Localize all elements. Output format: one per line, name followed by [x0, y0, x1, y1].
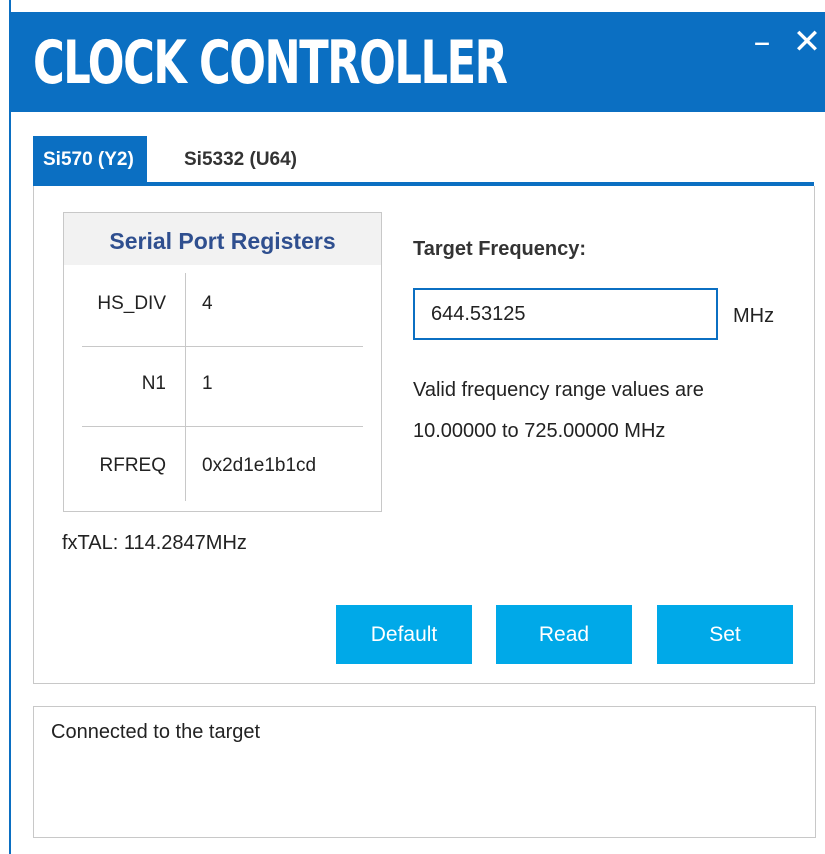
close-button[interactable]: ✕	[789, 22, 825, 62]
registers-header: Serial Port Registers	[64, 213, 381, 265]
target-frequency-label: Target Frequency:	[413, 238, 586, 260]
default-button[interactable]: Default	[336, 605, 472, 664]
target-frequency-input[interactable]	[413, 288, 718, 340]
valid-range-text: Valid frequency range values are 10.0000…	[413, 370, 793, 452]
window-left-edge	[0, 0, 11, 854]
valid-range-line-2: 10.00000 to 725.00000 MHz	[413, 420, 666, 442]
status-log-box: Connected to the target	[33, 706, 816, 838]
tab-si570[interactable]: Si570 (Y2)	[33, 136, 147, 184]
set-button[interactable]: Set	[657, 605, 793, 664]
serial-port-registers-table: Serial Port Registers HS_DIV 4 N1 1 RFRE…	[63, 212, 382, 512]
read-button[interactable]: Read	[496, 605, 632, 664]
valid-range-line-1: Valid frequency range values are	[413, 379, 704, 401]
app-title: CLOCK CONTROLLER	[33, 28, 508, 98]
register-value-hs-div: 4	[202, 293, 213, 314]
register-name-rfreq: RFREQ	[99, 455, 167, 476]
fxtal-label: fxTAL: 114.2847MHz	[62, 532, 247, 554]
tab-si5332[interactable]: Si5332 (U64)	[173, 136, 308, 184]
title-bar: CLOCK CONTROLLER – ✕	[11, 12, 825, 112]
minimize-button[interactable]: –	[744, 22, 780, 62]
register-value-rfreq: 0x2d1e1b1cd	[202, 455, 317, 476]
register-name-hs-div: HS_DIV	[97, 293, 166, 314]
row-divider	[82, 426, 363, 427]
row-divider	[82, 346, 363, 347]
register-value-n1: 1	[202, 373, 213, 394]
column-divider	[185, 273, 186, 501]
frequency-unit-label: MHz	[733, 305, 775, 327]
register-name-n1: N1	[141, 373, 166, 394]
status-message: Connected to the target	[51, 721, 261, 743]
